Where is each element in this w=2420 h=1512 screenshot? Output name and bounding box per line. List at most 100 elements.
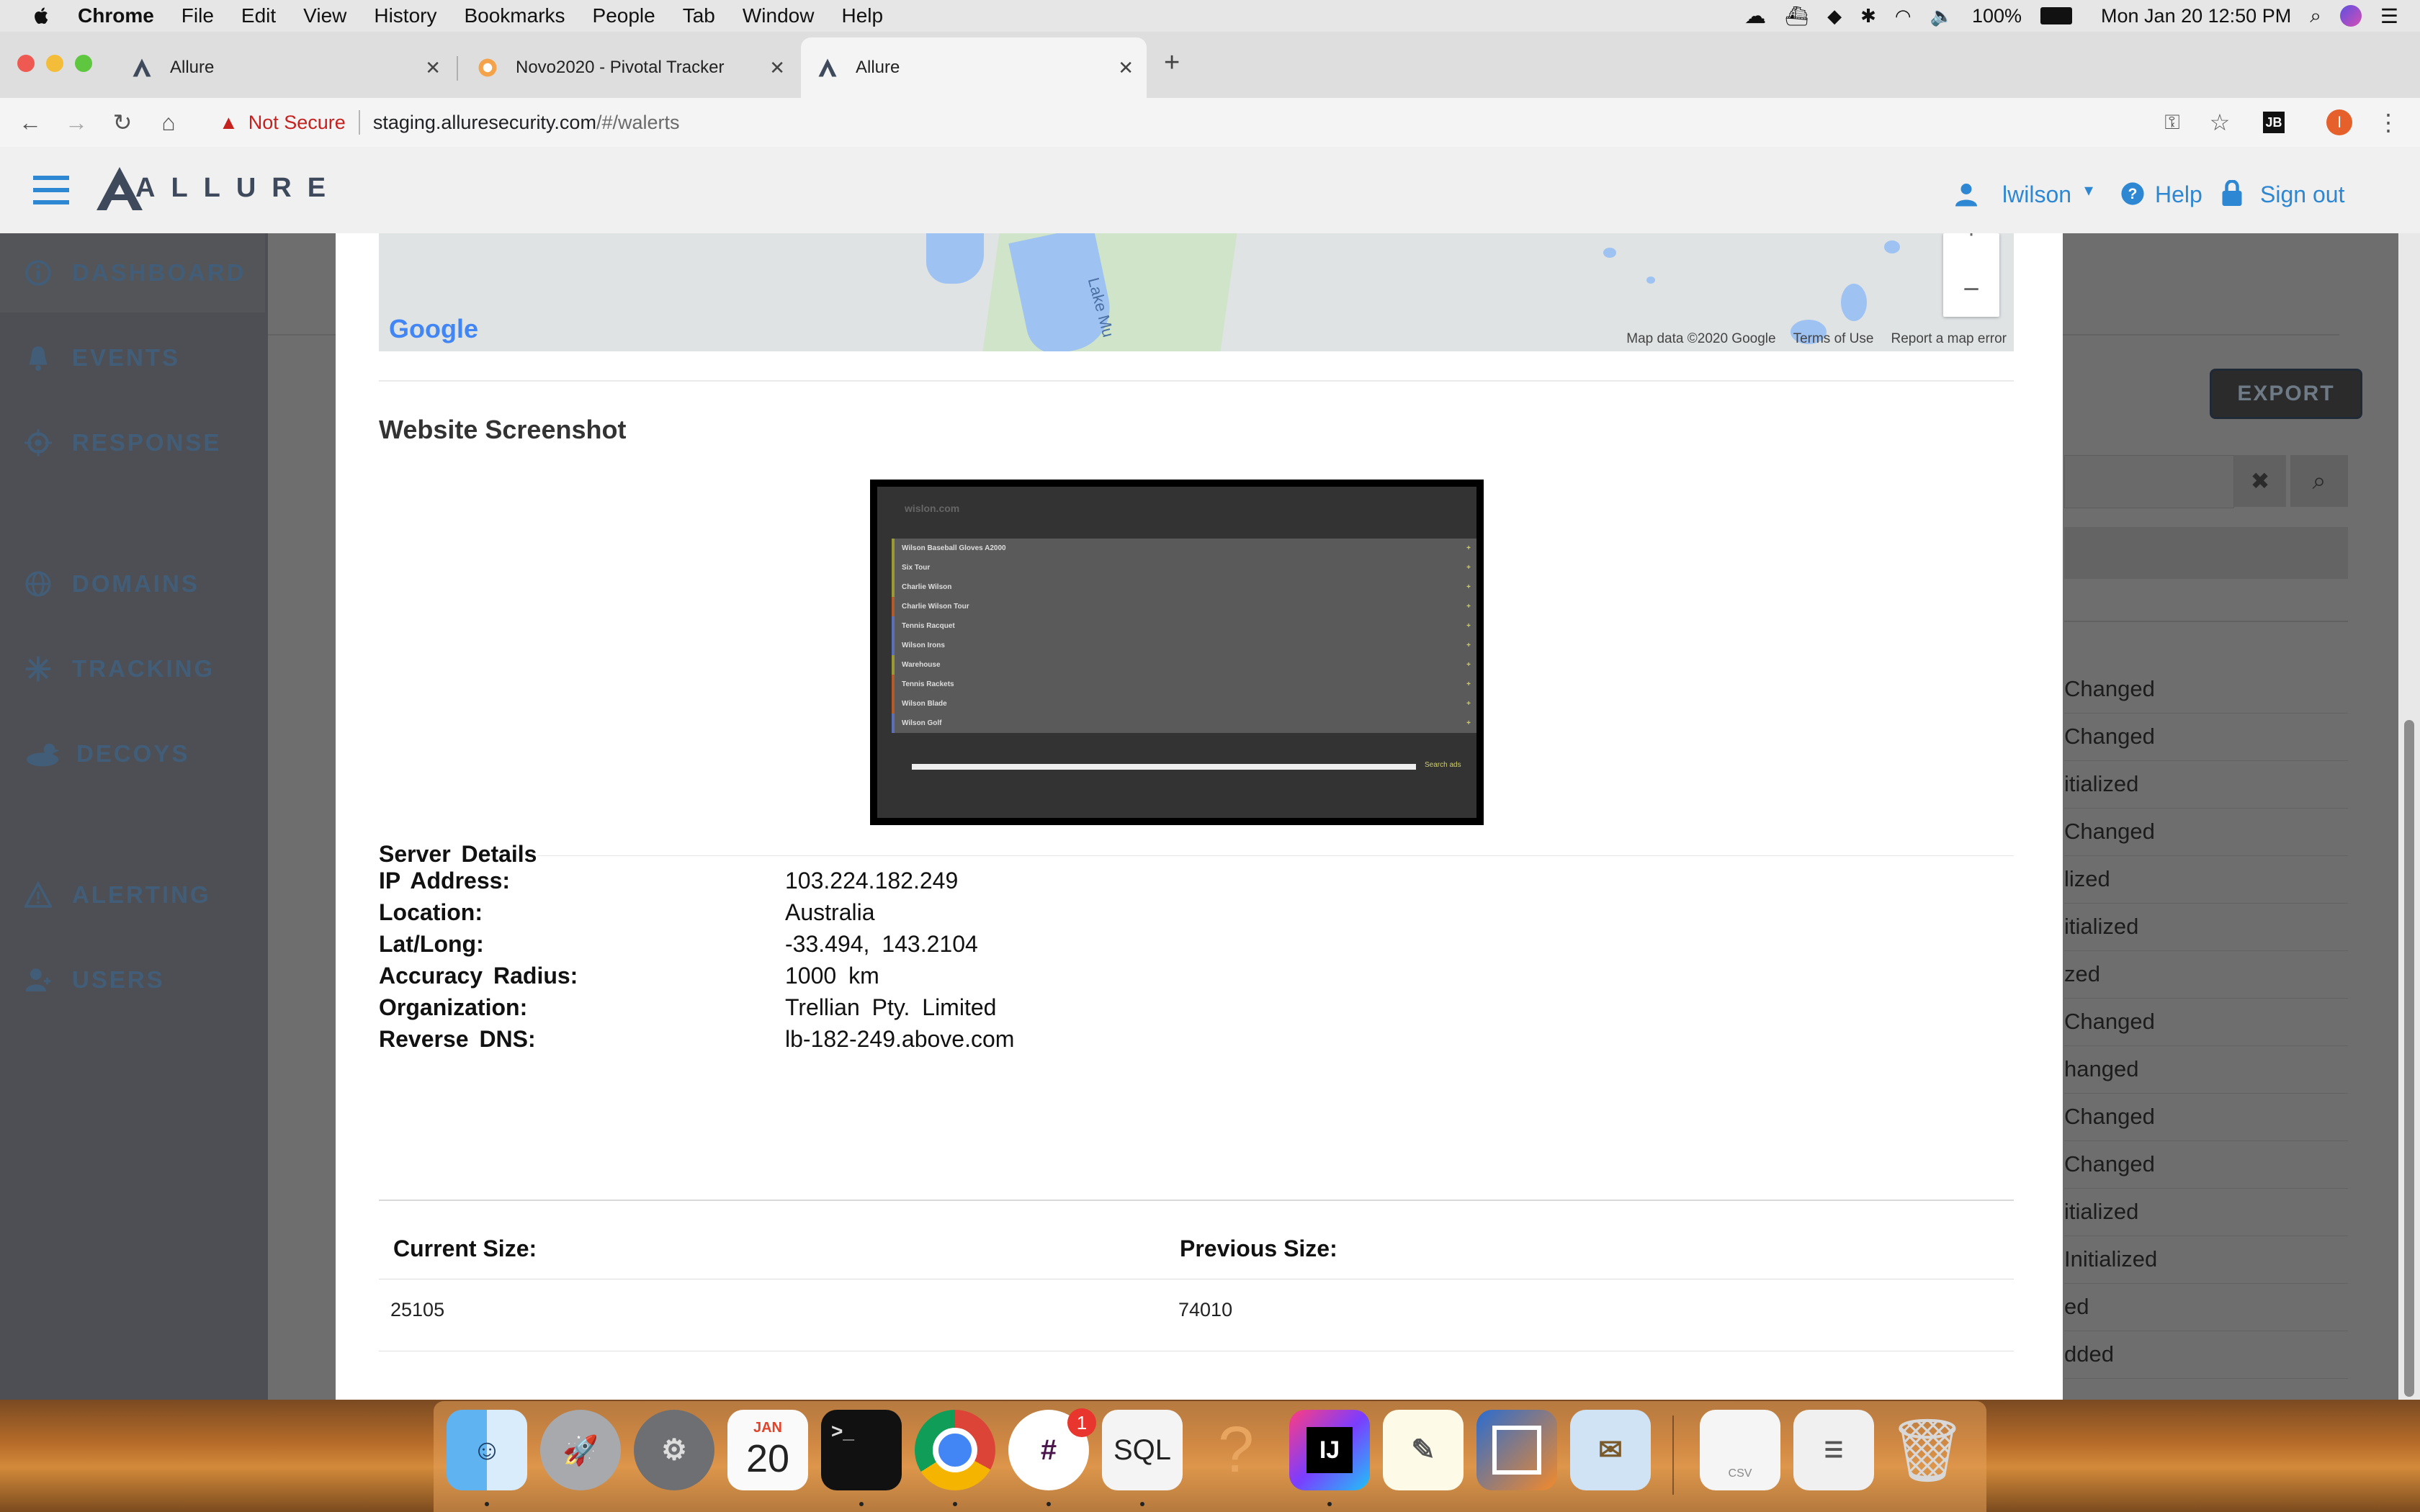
- address-bar[interactable]: ▲ Not Secure staging.alluresecurity.com /…: [200, 104, 2159, 141]
- notification-center-icon[interactable]: ☰: [2380, 4, 2398, 28]
- zoom-in-button[interactable]: +: [1943, 233, 1999, 246]
- clock[interactable]: Mon Jan 20 12:50 PM: [2101, 5, 2291, 27]
- chevron-down-icon[interactable]: ▾: [2084, 180, 2093, 201]
- menu-window[interactable]: Window: [743, 4, 815, 27]
- lock-icon[interactable]: [2221, 180, 2243, 206]
- crosshair-icon: [24, 429, 52, 456]
- location-map[interactable]: Lake Mu Google Map data ©2020 Google Ter…: [379, 233, 2014, 351]
- background-divider: [2064, 621, 2348, 622]
- menu-file[interactable]: File: [182, 4, 214, 27]
- menu-help[interactable]: Help: [841, 4, 883, 27]
- help-icon[interactable]: ?: [2120, 181, 2145, 206]
- menu-app-chrome[interactable]: Chrome: [78, 4, 154, 27]
- intellij-icon[interactable]: IJ: [1289, 1410, 1370, 1490]
- map-zoom-control: + −: [1943, 233, 1999, 317]
- siri-icon[interactable]: [2339, 5, 2362, 27]
- csv-file-icon[interactable]: CSV: [1700, 1410, 1780, 1490]
- finder-icon[interactable]: ☺: [447, 1410, 527, 1490]
- map-report-error-link[interactable]: Report a map error: [1891, 331, 2007, 347]
- server-detail-row: Accuracy Radius: 1000 km: [379, 963, 2014, 994]
- running-indicator: [859, 1502, 864, 1506]
- sign-out-link[interactable]: Sign out: [2260, 181, 2344, 208]
- forward-icon[interactable]: →: [63, 109, 89, 135]
- more-menu-icon[interactable]: ⋮: [2375, 109, 2401, 135]
- page-scrollbar[interactable]: [2398, 233, 2420, 1400]
- terminal-icon[interactable]: >_: [821, 1410, 902, 1490]
- menu-bookmarks[interactable]: Bookmarks: [464, 4, 565, 27]
- spotlight-search-icon[interactable]: ⌕: [2310, 4, 2321, 28]
- system-preferences-icon[interactable]: ⚙: [634, 1410, 714, 1490]
- menubar-status-area: ☁ ⛴ ◆ ✱ ◠ 🔈 100% Mon Jan 20 12:50 PM ⌕ ☰: [1744, 0, 2398, 32]
- user-menu[interactable]: lwilson: [2002, 181, 2071, 208]
- battery-percent[interactable]: 100%: [1972, 5, 2022, 27]
- profile-avatar[interactable]: I: [2326, 109, 2352, 135]
- screenshot-link-list: Wilson Baseball Gloves A2000 + Six Tour + …: [892, 539, 1476, 733]
- sidebar-item-alerting[interactable]: ALERTING: [0, 855, 265, 935]
- tab-allure-active[interactable]: Allure ✕: [801, 37, 1147, 98]
- downloads-stack-icon[interactable]: ☰: [1793, 1410, 1874, 1490]
- sidebar-item-response[interactable]: RESPONSE: [0, 403, 265, 482]
- sql-client-icon[interactable]: SQL: [1102, 1410, 1183, 1490]
- window-zoom-button[interactable]: [75, 55, 92, 72]
- window-minimize-button[interactable]: [46, 55, 63, 72]
- reload-icon[interactable]: ↻: [109, 109, 135, 135]
- close-icon[interactable]: ✕: [425, 57, 441, 79]
- hamburger-menu-icon[interactable]: [33, 174, 69, 206]
- menu-people[interactable]: People: [593, 4, 655, 27]
- key-icon[interactable]: ⚿: [2159, 109, 2185, 135]
- sidebar-item-events[interactable]: EVENTS: [0, 318, 265, 397]
- export-button[interactable]: EXPORT: [2210, 369, 2362, 419]
- chrome-icon[interactable]: [915, 1410, 995, 1490]
- wifi-icon[interactable]: ◠: [1895, 5, 1912, 27]
- textedit-icon[interactable]: ✎: [1383, 1410, 1464, 1490]
- sidebar-item-tracking[interactable]: TRACKING: [0, 629, 265, 708]
- help-link[interactable]: Help: [2155, 181, 2202, 208]
- warning-icon[interactable]: ▲: [219, 112, 238, 134]
- close-icon[interactable]: ✕: [1118, 57, 1134, 79]
- apple-icon[interactable]: [29, 4, 53, 28]
- sidebar-item-users[interactable]: USERS: [0, 940, 265, 1020]
- clear-icon[interactable]: ✖: [2234, 455, 2286, 507]
- website-screenshot-image[interactable]: wislon.com Wilson Baseball Gloves A2000 +…: [870, 480, 1484, 825]
- tab-allure-1[interactable]: Allure ✕: [115, 37, 454, 98]
- menu-view[interactable]: View: [303, 4, 346, 27]
- menu-edit[interactable]: Edit: [241, 4, 276, 27]
- background-search-input[interactable]: [2064, 455, 2234, 508]
- tab-pivotal-tracker[interactable]: Novo2020 - Pivotal Tracker ✕: [461, 37, 798, 98]
- menu-tab[interactable]: Tab: [683, 4, 715, 27]
- battery-icon[interactable]: [2040, 7, 2073, 24]
- menu-history[interactable]: History: [374, 4, 436, 27]
- url-path: /#/walerts: [596, 111, 680, 133]
- jetbrains-extension-icon[interactable]: JB: [2263, 112, 2285, 133]
- window-close-button[interactable]: [17, 55, 35, 72]
- volume-icon[interactable]: 🔈: [1930, 5, 1953, 27]
- map-lake-area: [1841, 284, 1867, 321]
- map-terms-link[interactable]: Terms of Use: [1793, 331, 1874, 347]
- elephant-icon[interactable]: ◆: [1827, 5, 1842, 27]
- sidebar-item-domains[interactable]: DOMAINS: [0, 544, 265, 624]
- calendar-icon[interactable]: JAN 20: [727, 1410, 808, 1490]
- app-logo-text[interactable]: ALLURE: [135, 173, 341, 204]
- cloud-icon[interactable]: ☁: [1744, 4, 1766, 29]
- new-tab-icon[interactable]: +: [1164, 48, 1180, 78]
- sidebar-item-decoys[interactable]: DECOYS: [0, 714, 265, 793]
- close-icon[interactable]: ✕: [769, 57, 785, 79]
- bluetooth-icon[interactable]: ✱: [1860, 5, 1876, 27]
- mail-icon[interactable]: ✉: [1570, 1410, 1651, 1490]
- help-app-icon[interactable]: ?: [1196, 1410, 1276, 1490]
- sidebar-item-dashboard[interactable]: DASHBOARD: [0, 233, 265, 312]
- pivotal-tracker-icon: [478, 58, 497, 77]
- home-icon[interactable]: ⌂: [156, 109, 182, 135]
- launchpad-icon[interactable]: 🚀: [540, 1410, 621, 1490]
- vmware-icon[interactable]: [1476, 1410, 1557, 1490]
- trash-icon[interactable]: 🗑: [1887, 1410, 1968, 1490]
- map-lake-area: [1646, 276, 1655, 284]
- security-label[interactable]: Not Secure: [248, 112, 346, 134]
- bookmark-star-icon[interactable]: ☆: [2207, 109, 2233, 135]
- user-icon[interactable]: [1953, 181, 1979, 207]
- scrollbar-thumb[interactable]: [2404, 720, 2414, 1397]
- back-icon[interactable]: ←: [17, 109, 43, 135]
- docker-icon[interactable]: ⛴: [1785, 5, 1809, 27]
- zoom-out-button[interactable]: −: [1943, 274, 1999, 306]
- search-icon[interactable]: ⌕: [2290, 455, 2348, 507]
